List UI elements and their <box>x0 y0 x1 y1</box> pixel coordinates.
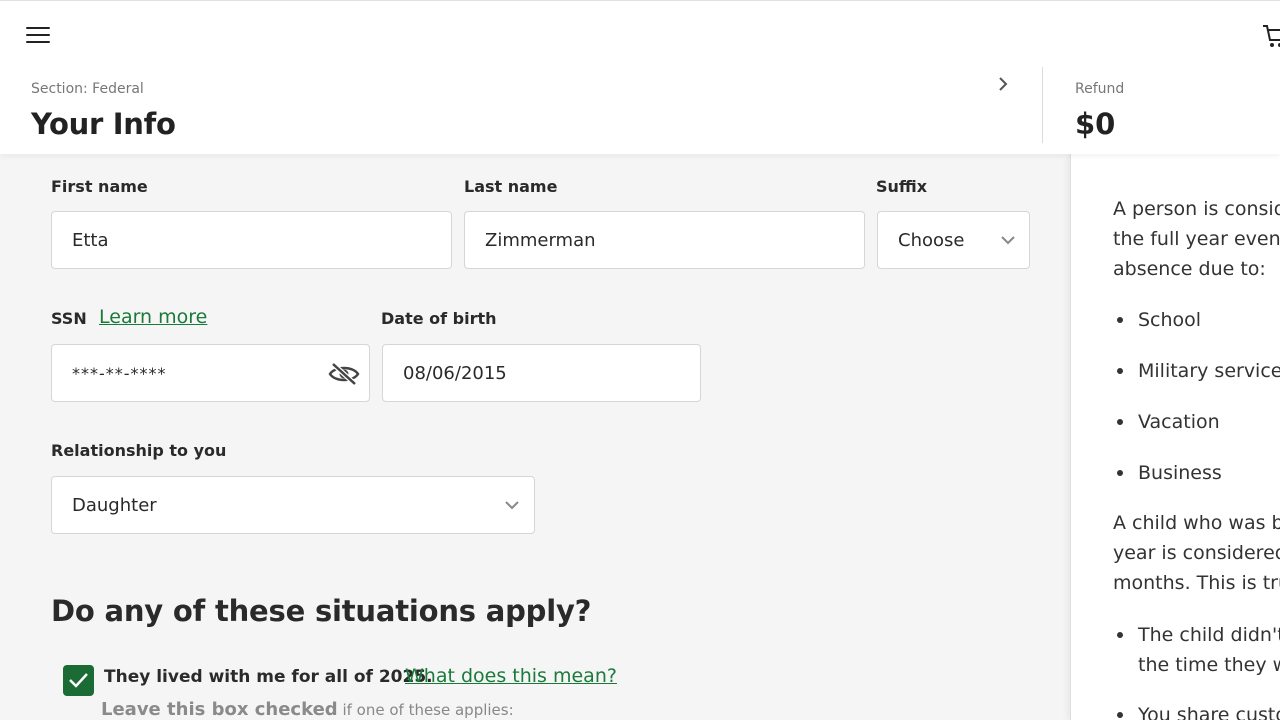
suffix-select[interactable]: Choose <box>877 211 1030 269</box>
what-does-this-mean-link[interactable]: What does this mean? <box>405 665 617 687</box>
suffix-label: Suffix <box>876 177 928 196</box>
ssn-value: ***-**-**** <box>72 363 167 383</box>
relationship-select[interactable]: Daughter <box>51 476 535 534</box>
ssn-input[interactable]: ***-**-**** <box>51 344 370 402</box>
menu-icon[interactable] <box>26 27 50 47</box>
help-list-item: The child didn't <box>1138 624 1280 646</box>
hint-bold: Leave this box checked <box>101 699 338 720</box>
bullet-dot <box>1117 419 1123 425</box>
first-name-input[interactable]: Etta <box>51 211 452 269</box>
checkmark-icon <box>69 673 88 688</box>
hint-rest: if one of these applies: <box>337 701 514 719</box>
first-name-label: First name <box>51 177 148 196</box>
situations-heading: Do any of these situations apply? <box>51 594 592 628</box>
bullet-dot <box>1117 317 1123 323</box>
help-para-line: A person is consid <box>1113 198 1280 220</box>
last-name-label: Last name <box>464 177 558 196</box>
bullet-dot <box>1117 712 1123 718</box>
help-list-item: School <box>1138 309 1202 331</box>
bullet-dot <box>1117 470 1123 476</box>
chevron-right-icon[interactable] <box>996 75 1010 93</box>
bullet-dot <box>1117 632 1123 638</box>
help-list-item: You share custo <box>1138 704 1280 720</box>
bullet-dot <box>1117 368 1123 374</box>
ssn-label: SSN <box>51 309 87 328</box>
cart-icon[interactable] <box>1262 23 1280 49</box>
form-area: First name Etta Last name Zimmerman Suff… <box>0 154 1070 720</box>
chevron-down-icon <box>505 501 519 510</box>
lived-with-checkbox[interactable] <box>63 665 94 696</box>
header-divider <box>1042 67 1043 143</box>
help-para-line: A child who was b <box>1113 512 1280 534</box>
relationship-value: Daughter <box>72 494 157 516</box>
first-name-value: Etta <box>72 229 109 251</box>
help-list-item: the time they w <box>1138 654 1280 676</box>
help-list-item: Business <box>1138 462 1222 484</box>
page-title: Your Info <box>31 107 176 141</box>
chevron-down-icon <box>1001 236 1015 245</box>
suffix-value: Choose <box>898 229 965 251</box>
dob-label: Date of birth <box>381 309 497 328</box>
dob-value: 08/06/2015 <box>403 362 507 384</box>
help-para-line: the full year even i <box>1113 228 1280 250</box>
lived-with-label: They lived with me for all of 2025. <box>104 667 433 687</box>
relationship-label: Relationship to you <box>51 441 227 460</box>
help-para-line: absence due to: <box>1113 258 1266 280</box>
lived-with-hint: Leave this box checked if one of these a… <box>101 699 514 720</box>
last-name-input[interactable]: Zimmerman <box>464 211 865 269</box>
last-name-value: Zimmerman <box>485 229 596 251</box>
ssn-learn-more-link[interactable]: Learn more <box>99 306 207 328</box>
eye-slash-icon[interactable] <box>328 362 360 386</box>
help-panel: A person is consid the full year even i … <box>1070 154 1280 720</box>
section-label: Section: Federal <box>31 81 144 97</box>
help-list-item: Vacation <box>1138 411 1220 433</box>
help-list-item: Military service <box>1138 360 1280 382</box>
header-bar: Section: Federal Your Info Refund $0 <box>0 0 1280 154</box>
refund-amount: $0 <box>1075 107 1116 141</box>
dob-input[interactable]: 08/06/2015 <box>382 344 701 402</box>
refund-label: Refund <box>1075 81 1125 97</box>
help-para-line: months. This is tru <box>1113 572 1280 594</box>
help-para-line: year is considered <box>1113 542 1280 564</box>
